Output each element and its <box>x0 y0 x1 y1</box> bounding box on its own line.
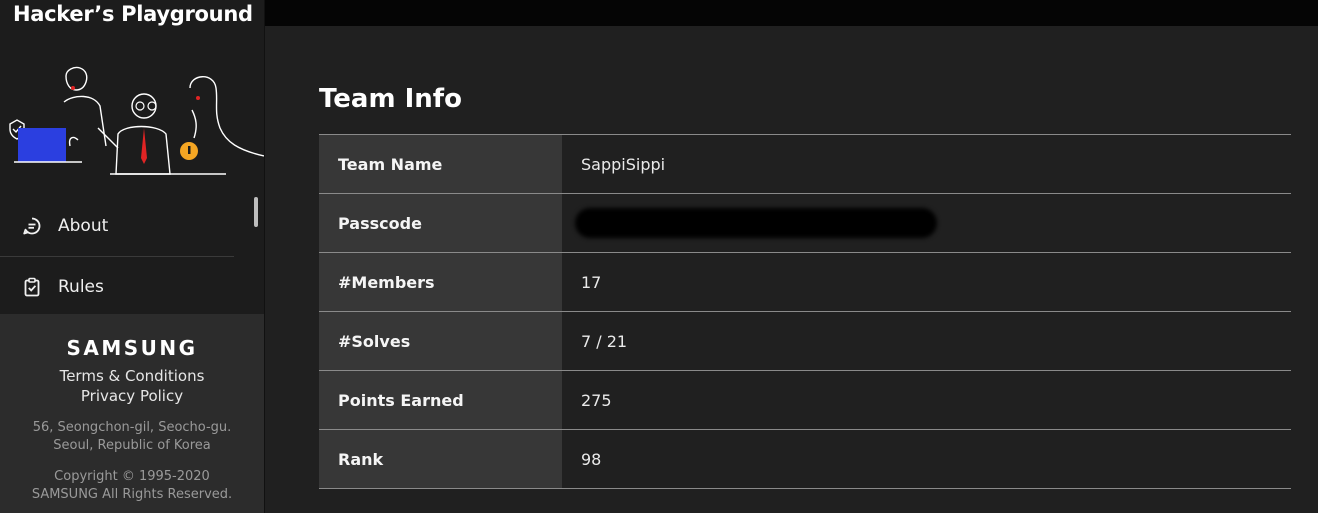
table-row: Passcode <box>319 193 1291 253</box>
row-key: #Members <box>319 252 562 312</box>
redaction-mark <box>575 208 937 238</box>
page-title: Team Info <box>319 84 462 114</box>
copyright-line: Copyright © 1995-2020 <box>54 469 210 484</box>
row-value: 17 <box>562 252 1291 312</box>
samsung-logo[interactable]: SAMSUNG <box>0 336 264 360</box>
team-info-table: Team Name SappiSippi Passcode #Members 1… <box>319 134 1291 489</box>
sidebar-footer: SAMSUNG Terms & Conditions Privacy Polic… <box>0 314 264 513</box>
row-key: Rank <box>319 429 562 489</box>
row-key: Points Earned <box>319 370 562 430</box>
sidebar-item-label: Rules <box>58 277 104 297</box>
row-value: 98 <box>562 429 1291 489</box>
table-row: Points Earned 275 <box>319 370 1291 430</box>
sidebar-item-about[interactable]: About <box>0 196 252 256</box>
table-row: Team Name SappiSippi <box>319 134 1291 194</box>
terms-link[interactable]: Terms & Conditions <box>0 366 264 386</box>
sidebar-nav: About Rules <box>0 196 252 317</box>
brand-title[interactable]: Hacker’s Playground <box>13 2 253 26</box>
table-row: #Solves 7 / 21 <box>319 311 1291 371</box>
passcode-redacted <box>562 193 1291 253</box>
sidebar-item-rules[interactable]: Rules <box>0 257 252 317</box>
clipboard-check-icon <box>24 277 40 297</box>
row-key: Team Name <box>319 134 562 194</box>
sidebar-scrollbar[interactable] <box>254 197 258 227</box>
table-row: Rank 98 <box>319 429 1291 489</box>
row-value: SappiSippi <box>562 134 1291 194</box>
row-key: Passcode <box>319 193 562 253</box>
table-row: #Members 17 <box>319 252 1291 312</box>
copyright-line: SAMSUNG All Rights Reserved. <box>31 487 233 502</box>
row-value: 275 <box>562 370 1291 430</box>
chat-bubble-icon <box>23 217 41 235</box>
top-bar <box>265 0 1318 26</box>
header-illustration <box>9 66 264 175</box>
address-line: Seoul, Republic of Korea <box>53 438 211 453</box>
row-value: 7 / 21 <box>562 311 1291 371</box>
sidebar: Hacker’s Playground About Rules SAMSUNG … <box>0 0 265 513</box>
row-key: #Solves <box>319 311 562 371</box>
address-line: 56, Seongchon-gil, Seocho-gu. <box>32 420 232 435</box>
sidebar-item-label: About <box>58 216 109 236</box>
privacy-link[interactable]: Privacy Policy <box>0 386 264 406</box>
